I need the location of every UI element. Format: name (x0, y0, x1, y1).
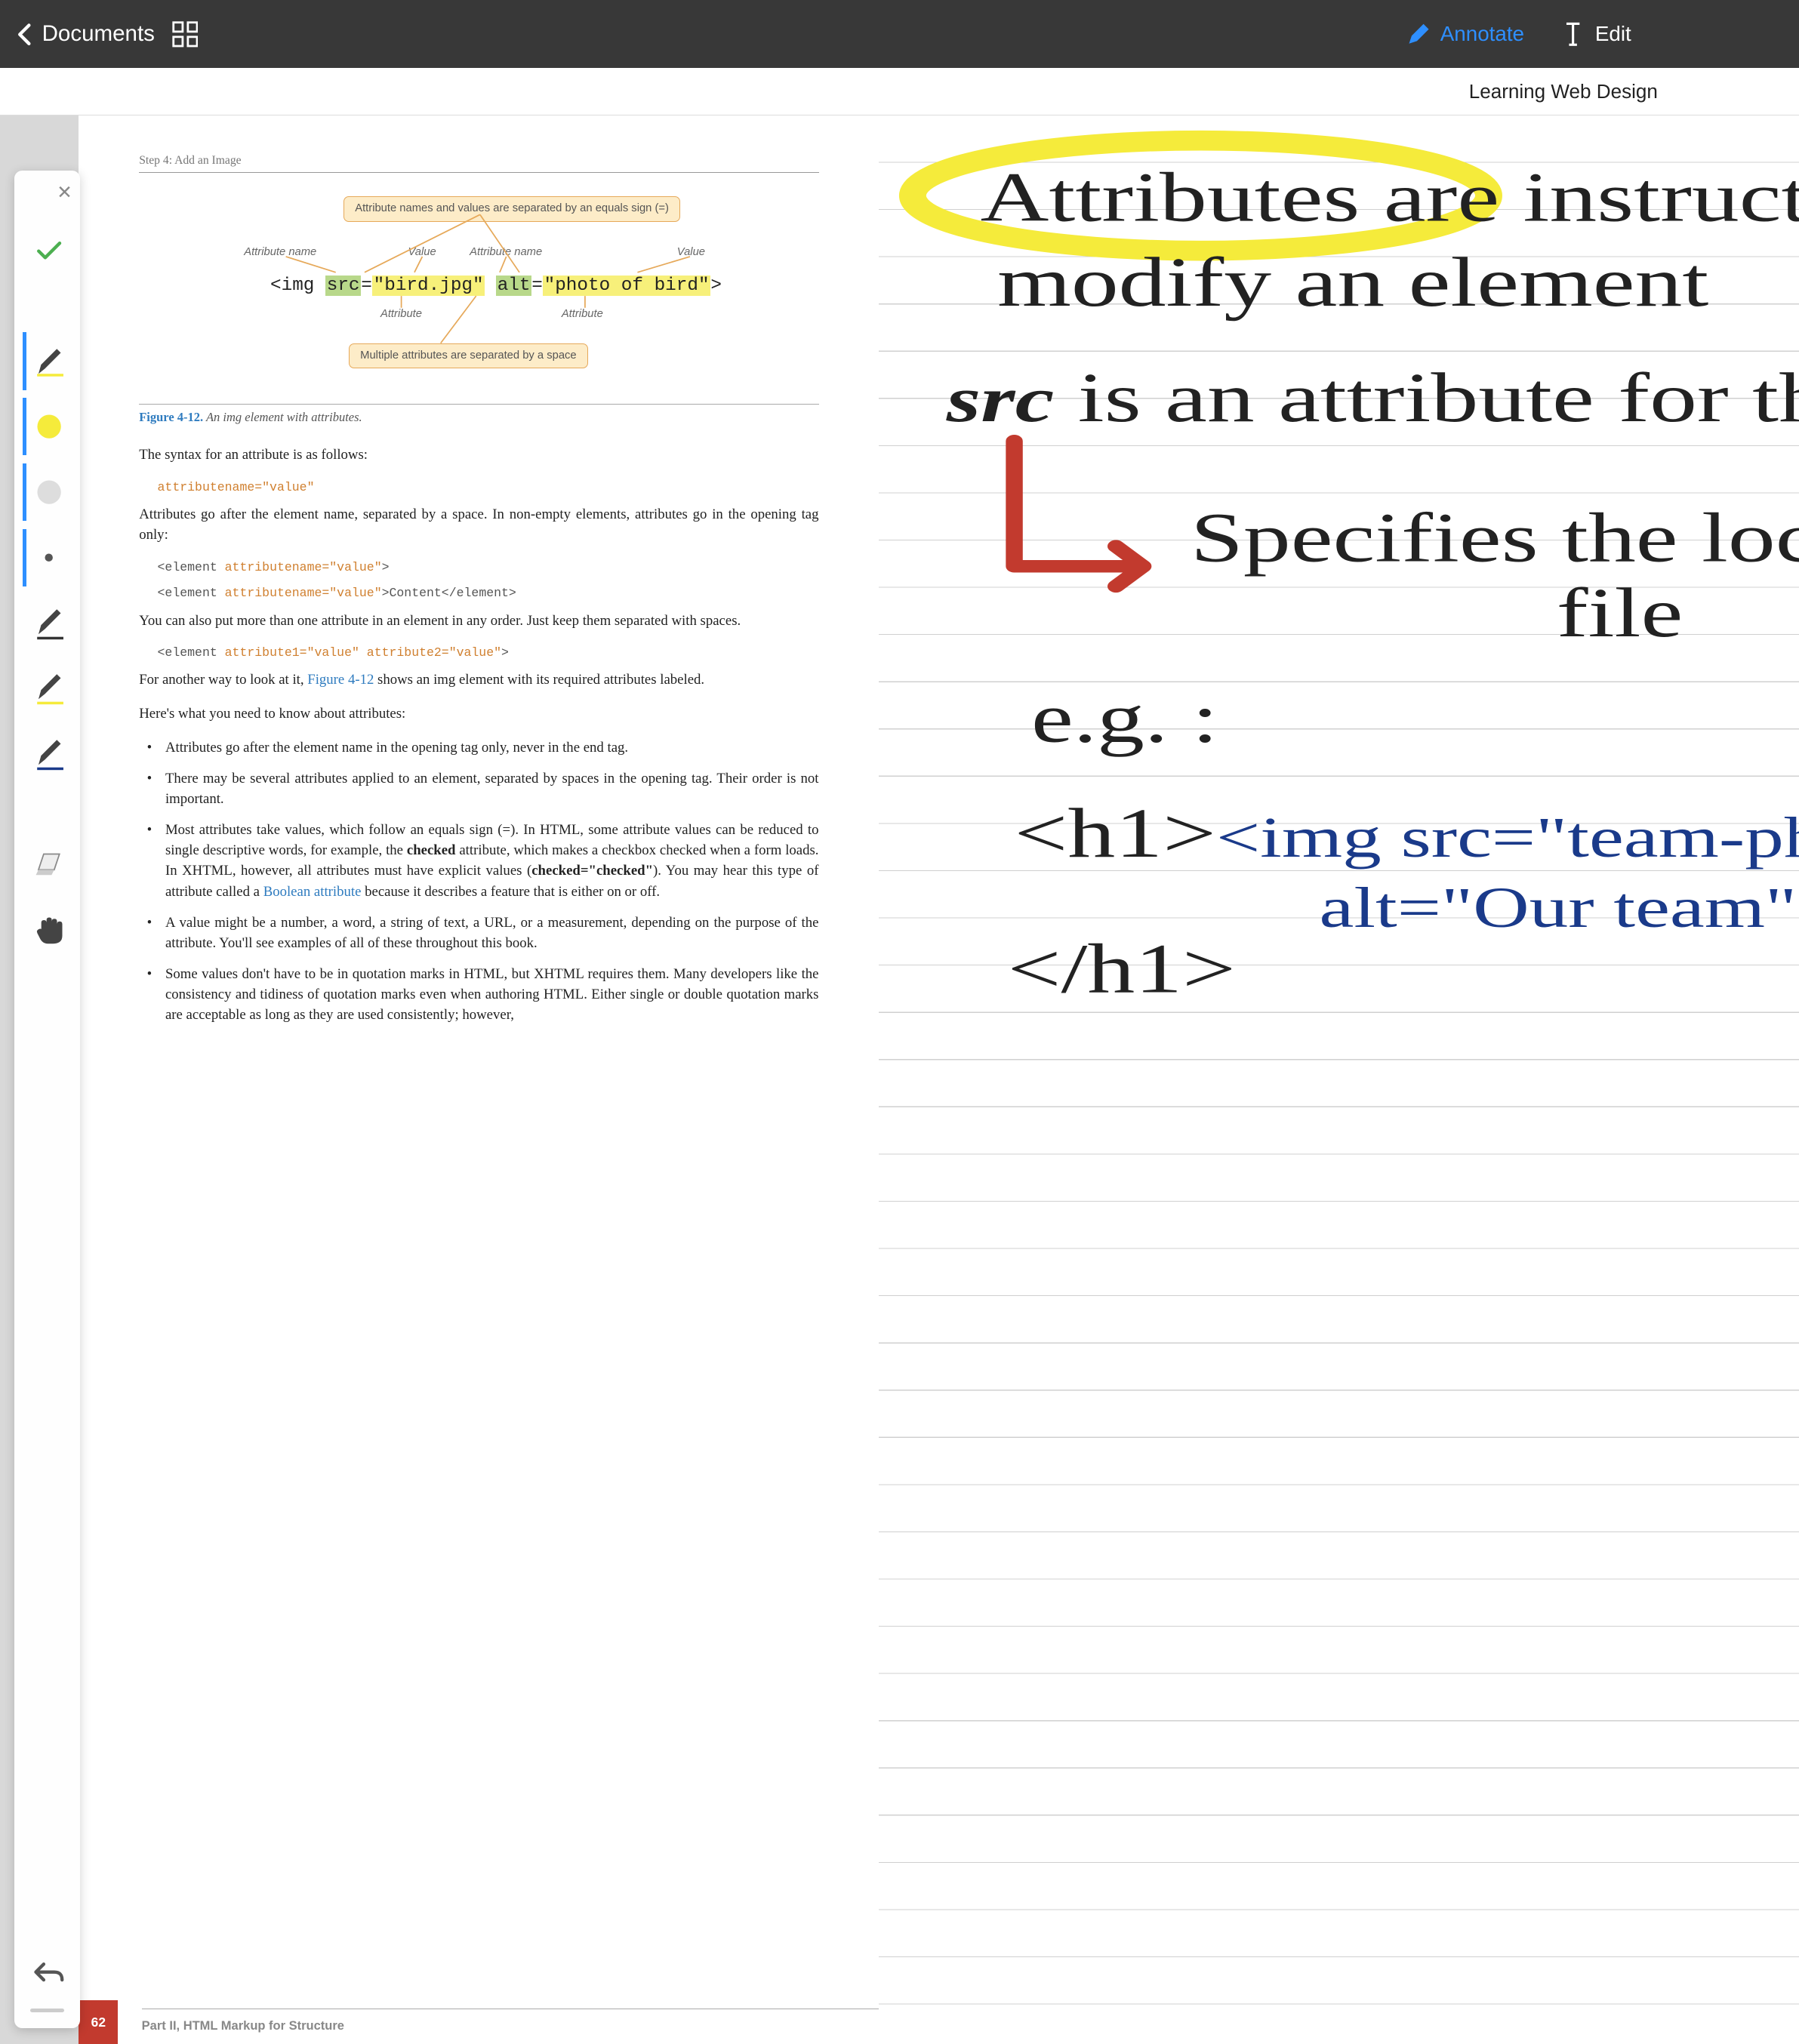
eraser-tool[interactable] (23, 836, 72, 893)
code-block: <element attributename="value">Content</… (158, 584, 819, 602)
paragraph: Attributes go after the element name, se… (139, 504, 818, 545)
highlighter-grey-tool[interactable] (23, 463, 72, 521)
palette-close-icon[interactable]: ✕ (57, 181, 72, 204)
note-text: </h1> (1008, 930, 1236, 1008)
grid-view-icon[interactable] (171, 20, 199, 48)
boolean-link[interactable]: Boolean attribute (263, 884, 362, 900)
pencil-yellow-tool[interactable] (23, 660, 72, 718)
list-item: A value might be a number, a word, a str… (147, 913, 819, 953)
running-head: Step 4: Add an Image (139, 152, 818, 173)
pen-tool[interactable] (23, 332, 72, 389)
figure-link[interactable]: Figure 4-12 (307, 672, 374, 688)
palette-drag-handle[interactable] (30, 2009, 64, 2012)
part-label: Part II, HTML Markup for Structure (142, 2009, 879, 2035)
edit-label: Edit (1595, 22, 1631, 46)
diagram-label-attribute-2: Attribute (562, 306, 603, 322)
note-text: e.g. : (1031, 679, 1218, 757)
diagram-code: <img src="bird.jpg" alt="photo of bird"> (270, 272, 722, 299)
bullet-list: Attributes go after the element name in … (147, 737, 819, 1026)
note-text: file (1557, 574, 1683, 652)
annotate-label: Annotate (1440, 22, 1524, 46)
dot-tool[interactable] (23, 529, 72, 586)
hand-tool[interactable] (23, 901, 72, 959)
list-item: Attributes go after the element name in … (147, 737, 819, 758)
diagram-label-attrname-1: Attribute name (244, 245, 316, 260)
diagram-tip-top: Attribute names and values are separated… (343, 196, 680, 222)
edit-mode-button[interactable]: Edit (1561, 21, 1631, 48)
annotate-mode-button[interactable]: Annotate (1406, 22, 1524, 46)
diagram-tip-bottom: Multiple attributes are separated by a s… (349, 343, 587, 369)
back-button[interactable]: Documents (16, 21, 155, 47)
diagram-label-attrname-2: Attribute name (470, 245, 542, 260)
paragraph: For another way to look at it, Figure 4-… (139, 670, 818, 690)
attribute-diagram: Attribute names and values are separated… (139, 196, 818, 388)
note-text: <h1><img src="team-photo.png" (1015, 795, 1799, 873)
back-label: Documents (42, 21, 155, 47)
paragraph: You can also put more than one attribute… (139, 611, 818, 631)
note-text: Specifies the location (URL) of the imag… (1191, 499, 1799, 577)
figure-caption: Figure 4-12. An img element with attribu… (139, 404, 818, 426)
page-footer: 62 Part II, HTML Markup for Structure (79, 2000, 879, 2043)
list-item: Some values don't have to be in quotatio… (147, 964, 819, 1026)
content-stage: ✕ Step 4: Add an Image Attribute names a… (0, 115, 1799, 2044)
diagram-label-attribute-1: Attribute (380, 306, 422, 322)
highlighter-yellow-tool[interactable] (23, 398, 72, 455)
pencil-black-tool[interactable] (23, 595, 72, 652)
arrow-icon (1015, 441, 1144, 586)
list-item: Most attributes take values, which follo… (147, 820, 819, 902)
note-text: src is an attribute for the img element (946, 359, 1799, 436)
document-page: Step 4: Add an Image Attribute names and… (79, 115, 1799, 2044)
code-block: <element attributename="value"> (158, 559, 819, 577)
page-number: 62 (79, 2000, 118, 2043)
diagram-label-value-1: Value (408, 245, 436, 260)
diagram-label-value-2: Value (677, 245, 705, 260)
list-item: There may be several attributes applied … (147, 768, 819, 809)
code-block: <element attribute1="value" attribute2="… (158, 644, 819, 662)
top-toolbar: Documents Annotate Edit AA (0, 0, 1799, 68)
document-title: Learning Web Design (1469, 80, 1658, 103)
paragraph: Here's what you need to know about attri… (139, 703, 818, 724)
note-text: Attributes are instructions that clarify… (981, 159, 1799, 236)
document-title-bar: Learning Web Design ✕ (0, 68, 1799, 115)
undo-tool[interactable] (23, 1943, 72, 2000)
handwritten-notes[interactable]: Attributes are instructions that clarify… (879, 115, 1799, 2044)
pencil-blue-tool[interactable] (23, 725, 72, 783)
note-text: alt="Our team"> (1320, 876, 1799, 940)
code-block: attributename="value" (158, 479, 819, 497)
note-text: modify an element (998, 244, 1710, 322)
confirm-tool[interactable] (23, 222, 72, 279)
book-content: Step 4: Add an Image Attribute names and… (79, 115, 879, 2044)
tool-palette: ✕ (14, 171, 80, 2028)
paragraph: The syntax for an attribute is as follow… (139, 445, 818, 465)
